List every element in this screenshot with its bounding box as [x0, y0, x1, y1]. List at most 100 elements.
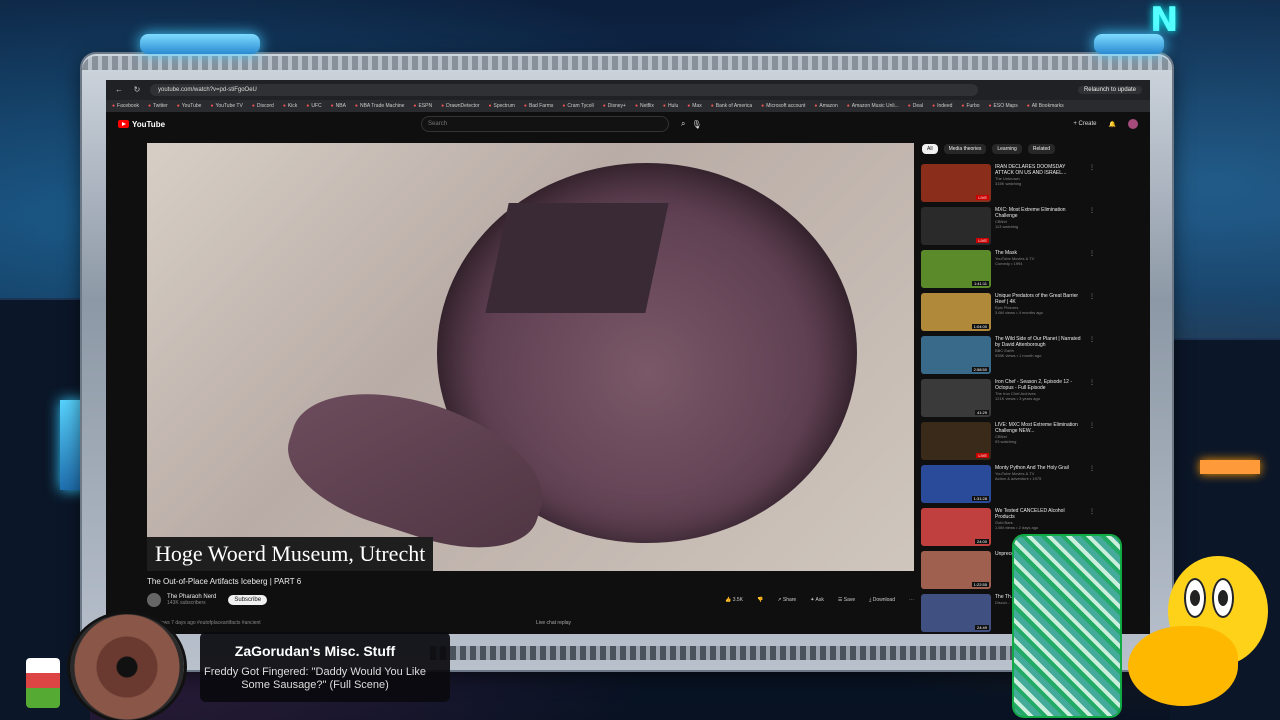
- video-thumbnail[interactable]: 24:49: [921, 594, 991, 632]
- bookmark-item[interactable]: Bad Farms: [524, 103, 553, 109]
- description-line[interactable]: 52K views 7 days ago #outofplaceartifact…: [147, 620, 261, 626]
- recommended-video[interactable]: 1:31:28 Monty Python And The Holy Grail Yo…: [921, 465, 1101, 505]
- bookmark-item[interactable]: Spectrum: [488, 103, 515, 109]
- bookmark-item[interactable]: Cram Tycoll: [562, 103, 593, 109]
- bell-icon[interactable]: 🔔: [1109, 121, 1116, 128]
- search-input[interactable]: Search: [421, 116, 670, 132]
- bookmarks-bar: Facebook Twitter YouTube YouTube TV Discord K…: [106, 100, 1150, 112]
- video-thumbnail[interactable]: 1:22:55: [921, 551, 991, 589]
- browser-toolbar: ← ↻ youtube.com/watch?v=pd-stiFgoOeU Rel…: [106, 80, 1150, 100]
- more-options-icon[interactable]: ⋮: [1089, 250, 1095, 290]
- duration-badge: 1:04:00: [971, 324, 989, 329]
- more-options-icon[interactable]: ⋮: [1089, 379, 1095, 419]
- video-thumbnail[interactable]: 1:31:28: [921, 465, 991, 503]
- dislike-icon[interactable]: 👎: [757, 597, 763, 603]
- video-title[interactable]: The Wild Side of Our Planet | Narrated b…: [995, 336, 1085, 348]
- chip-related[interactable]: Related: [1027, 144, 1056, 154]
- recommended-video[interactable]: 1:41:11 The Mask YouTube Movies & TV Comedy…: [921, 250, 1101, 290]
- chip-learning[interactable]: Learning: [992, 144, 1022, 154]
- now-playing-title: Freddy Got Fingered: "Daddy Would You Li…: [204, 666, 426, 691]
- video-title[interactable]: MXC: Most Extreme Elimination Challenge: [995, 207, 1085, 219]
- recommended-video[interactable]: 41:29 Iron Chef - Season 2, Episode 12 - …: [921, 379, 1101, 419]
- video-thumbnail[interactable]: 1:04:00: [921, 293, 991, 331]
- more-options-icon[interactable]: ⋮: [1089, 293, 1095, 333]
- mic-icon[interactable]: 🎙: [692, 120, 702, 129]
- video-thumbnail[interactable]: LIVE: [921, 207, 991, 245]
- koopa-character: [1128, 556, 1280, 720]
- video-thumbnail[interactable]: 1:41:11: [921, 250, 991, 288]
- recommended-video[interactable]: 1:04:00 Unique Predators of the Great Bar…: [921, 293, 1101, 333]
- bookmark-item[interactable]: Max: [687, 103, 701, 109]
- bookmark-item[interactable]: Kick: [283, 103, 297, 109]
- bookmark-item[interactable]: Amazon Music Unli...: [847, 103, 899, 109]
- avatar[interactable]: [1128, 119, 1138, 129]
- bookmark-item[interactable]: All Bookmarks: [1027, 103, 1064, 109]
- bookmark-item[interactable]: UFC: [306, 103, 321, 109]
- recommended-video[interactable]: LIVE LIVE: MXC Most Extreme Elimination C…: [921, 422, 1101, 462]
- video-title[interactable]: Unique Predators of the Great Barrier Re…: [995, 293, 1085, 305]
- bookmark-item[interactable]: DrawnDetector: [441, 103, 479, 109]
- video-thumbnail[interactable]: LIVE: [921, 422, 991, 460]
- download-button[interactable]: ⤓ Download: [869, 597, 895, 603]
- koopa-eye-right: [1212, 578, 1234, 618]
- bookmark-item[interactable]: Bank of America: [711, 103, 752, 109]
- bookmark-item[interactable]: ESPN: [413, 103, 432, 109]
- save-button[interactable]: ☰ Save: [838, 597, 855, 603]
- video-thumbnail[interactable]: 41:29: [921, 379, 991, 417]
- video-title[interactable]: LIVE: MXC Most Extreme Elimination Chall…: [995, 422, 1085, 434]
- video-title[interactable]: IRAN DECLARES DOOMSDAY ATTACK ON US AND …: [995, 164, 1085, 176]
- video-thumbnail[interactable]: LIVE: [921, 164, 991, 202]
- back-icon[interactable]: ←: [114, 85, 124, 95]
- bookmark-item[interactable]: Amazon: [814, 103, 837, 109]
- recommended-video[interactable]: 2:58:50 The Wild Side of Our Planet | Nar…: [921, 336, 1101, 376]
- bookmark-item[interactable]: Disney+: [603, 103, 626, 109]
- chip-all[interactable]: All: [922, 144, 938, 154]
- more-options-icon[interactable]: ⋮: [1089, 422, 1095, 462]
- recommended-video[interactable]: LIVE MXC: Most Extreme Elimination Challe…: [921, 207, 1101, 247]
- chip-media-theories[interactable]: Media theories: [943, 144, 987, 154]
- video-title[interactable]: We Tested CANCELED Alcohol Products: [995, 508, 1085, 520]
- bookmark-item[interactable]: ESO Maps: [989, 103, 1018, 109]
- bookmark-item[interactable]: Discord: [252, 103, 274, 109]
- bookmark-item[interactable]: NBA: [331, 103, 346, 109]
- search-icon[interactable]: ⌕: [681, 119, 685, 129]
- more-options-icon[interactable]: ⋮: [1089, 164, 1095, 204]
- reload-icon[interactable]: ↻: [132, 85, 142, 95]
- video-stats: 3.6M views • 4 months ago: [995, 310, 1043, 315]
- like-button[interactable]: 👍 3.5K: [725, 597, 743, 603]
- koopa-beak: [1128, 626, 1238, 706]
- bookmark-item[interactable]: Microsoft account: [761, 103, 805, 109]
- live-chat-replay[interactable]: Live chat replay: [536, 620, 571, 626]
- bookmark-item[interactable]: Furbo: [961, 103, 979, 109]
- video-thumbnail[interactable]: 24:00: [921, 508, 991, 546]
- patterned-can: [1014, 536, 1120, 716]
- create-button[interactable]: + Create: [1073, 121, 1096, 127]
- more-options-icon[interactable]: ⋮: [1089, 336, 1095, 376]
- bookmark-item[interactable]: Facebook: [112, 103, 139, 109]
- relaunch-button[interactable]: Relaunch to update: [1077, 86, 1142, 94]
- subscribe-button[interactable]: Subscribe: [228, 595, 268, 605]
- duration-badge: 41:29: [974, 410, 989, 415]
- video-player[interactable]: Hoge Woerd Museum, Utrecht: [147, 143, 914, 571]
- bookmark-item[interactable]: Indeed: [932, 103, 952, 109]
- channel-avatar[interactable]: [147, 593, 161, 607]
- recommended-video[interactable]: LIVE IRAN DECLARES DOOMSDAY ATTACK ON US …: [921, 164, 1101, 204]
- more-options-icon[interactable]: ⋮: [1089, 465, 1095, 505]
- youtube-logo[interactable]: YouTube: [118, 120, 165, 129]
- video-thumbnail[interactable]: 2:58:50: [921, 336, 991, 374]
- bookmark-item[interactable]: YouTube TV: [210, 103, 242, 109]
- video-title[interactable]: Iron Chef - Season 2, Episode 12 - Octop…: [995, 379, 1085, 391]
- bookmark-item[interactable]: Twitter: [148, 103, 168, 109]
- share-button[interactable]: ↗ Share: [777, 597, 796, 603]
- more-options-icon[interactable]: ⋮: [1089, 207, 1095, 247]
- bookmark-item[interactable]: NBA Trade Machine: [355, 103, 404, 109]
- bookmark-item[interactable]: Hulu: [663, 103, 678, 109]
- url-bar[interactable]: youtube.com/watch?v=pd-stiFgoOeU: [150, 84, 978, 96]
- mario-sprite: [26, 658, 60, 708]
- bookmark-item[interactable]: Netflix: [635, 103, 654, 109]
- ask-button[interactable]: ✦ Ask: [810, 597, 824, 603]
- more-icon[interactable]: ⋯: [909, 597, 914, 603]
- channel-row: The Pharaoh Nerd 143K subscribers Subscr…: [147, 592, 914, 608]
- bookmark-item[interactable]: YouTube: [177, 103, 202, 109]
- bookmark-item[interactable]: Deal: [908, 103, 923, 109]
